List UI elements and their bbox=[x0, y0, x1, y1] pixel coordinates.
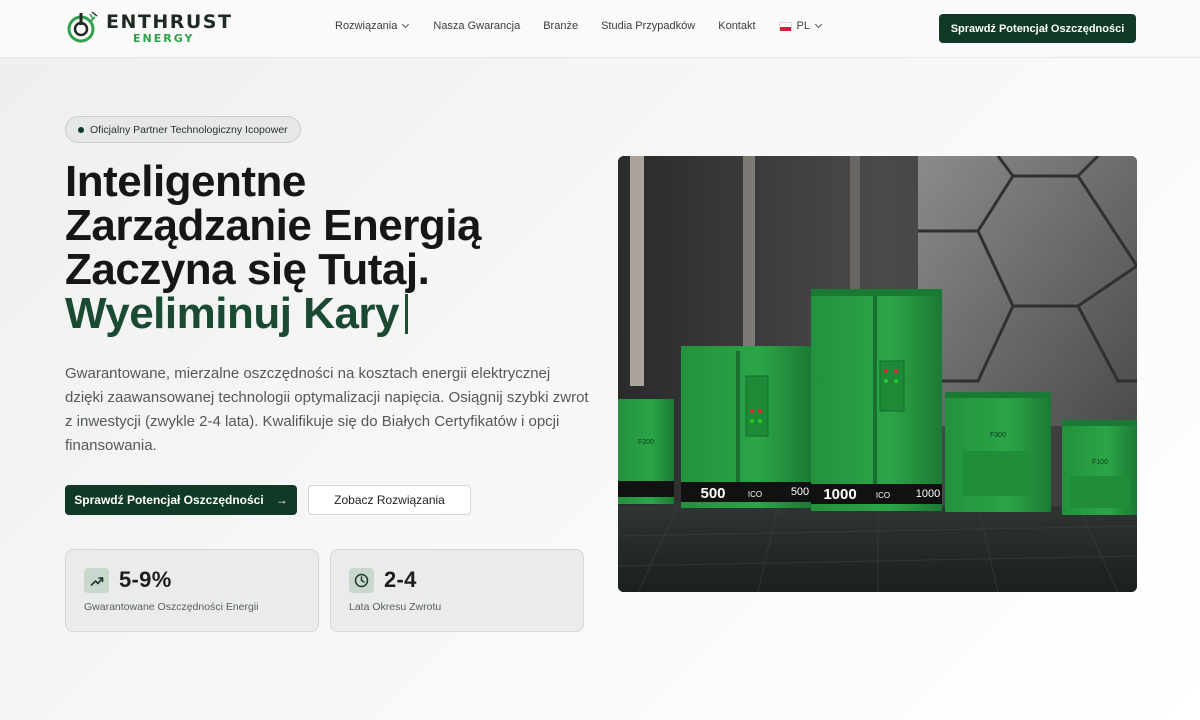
top-navigation: ENTHRUST ENERGY Rozwiązania Nasza Gwaran… bbox=[0, 0, 1200, 58]
nav-item-label: Kontakt bbox=[718, 20, 756, 32]
typing-cursor bbox=[405, 294, 409, 334]
badge-dot-icon bbox=[78, 126, 84, 133]
nav-item-guarantee[interactable]: Nasza Gwarancja bbox=[433, 20, 520, 32]
nav-item-label: Rozwiązania bbox=[335, 20, 398, 32]
product-hero-image: F200 500 ICO 500 1000 ICO 1000 F300 F100 bbox=[618, 156, 1137, 592]
arrow-right-icon: → bbox=[275, 493, 288, 507]
stat-label: Gwarantowane Oszczędności Energii bbox=[84, 601, 259, 613]
trending-up-icon bbox=[84, 568, 109, 593]
stat-card-savings: 5-9% Gwarantowane Oszczędności Energii bbox=[65, 549, 319, 632]
stat-value: 2-4 bbox=[384, 567, 417, 592]
language-selector[interactable]: PL bbox=[778, 20, 823, 32]
clock-icon bbox=[349, 568, 374, 593]
energy-cabinets-illustration: F200 500 ICO 500 1000 ICO 1000 F300 F100 bbox=[618, 156, 1137, 592]
logo-text-secondary: ENERGY bbox=[133, 31, 195, 45]
stat-label: Lata Okresu Zwrotu bbox=[349, 601, 442, 613]
stat-value: 5-9% bbox=[119, 567, 172, 592]
nav-item-label: Branże bbox=[543, 20, 579, 32]
model-label: F100 bbox=[1092, 459, 1108, 466]
unit-label-500-side: 500 bbox=[791, 486, 809, 498]
brand-mark: ICO bbox=[876, 491, 890, 500]
nav-menu: Rozwiązania Nasza Gwarancja Branże Studi… bbox=[335, 20, 823, 32]
headline-accent-text: Wyeliminuj Kary bbox=[65, 289, 400, 338]
button-label: Sprawdź Potencjał Oszczędności bbox=[74, 493, 264, 507]
nav-item-label: Nasza Gwarancja bbox=[433, 20, 521, 32]
chevron-down-icon bbox=[814, 20, 823, 29]
logo-text-primary: ENTHRUST bbox=[106, 10, 233, 33]
brand-mark: ICO bbox=[748, 490, 762, 499]
nav-item-label: Studia Przypadków bbox=[601, 20, 696, 32]
headline-line: Zaczyna się Tutaj. bbox=[65, 245, 430, 294]
brand-logo[interactable]: ENTHRUST ENERGY bbox=[64, 10, 232, 46]
nav-item-contact[interactable]: Kontakt bbox=[718, 20, 755, 32]
logo-icon bbox=[67, 11, 98, 43]
headline-accent: Wyeliminuj Kary bbox=[65, 292, 605, 336]
nav-item-solutions[interactable]: Rozwiązania bbox=[335, 20, 410, 32]
hero-description: Gwarantowane, mierzalne oszczędności na … bbox=[65, 365, 589, 454]
nav-item-industries[interactable]: Branże bbox=[543, 20, 578, 32]
headline-line: Inteligentne bbox=[65, 157, 306, 206]
poland-flag-icon bbox=[778, 21, 792, 31]
unit-label-1000: 1000 bbox=[823, 486, 856, 503]
badge-text: Oficjalny Partner Technologiczny Icopowe… bbox=[90, 123, 288, 136]
chevron-down-icon bbox=[402, 20, 410, 29]
unit-label-1000-side: 1000 bbox=[916, 488, 940, 500]
model-label: F200 bbox=[638, 439, 654, 446]
partner-badge: Oficjalny Partner Technologiczny Icopowe… bbox=[65, 116, 301, 143]
headline-line: Zarządzanie Energią bbox=[65, 201, 481, 250]
model-label: F300 bbox=[990, 432, 1006, 439]
view-solutions-button[interactable]: Zobacz Rozwiązania bbox=[308, 485, 471, 515]
nav-cta-button[interactable]: Sprawdź Potencjał Oszczędności bbox=[939, 14, 1136, 43]
check-savings-button[interactable]: Sprawdź Potencjał Oszczędności → bbox=[65, 485, 297, 515]
unit-label-500: 500 bbox=[700, 485, 725, 502]
nav-item-case-studies[interactable]: Studia Przypadków bbox=[601, 20, 695, 32]
hero-headline: Inteligentne Zarządzanie Energią Zaczyna… bbox=[65, 160, 605, 336]
stat-card-payback: 2-4 Lata Okresu Zwrotu bbox=[330, 549, 584, 632]
language-label: PL bbox=[796, 20, 811, 32]
